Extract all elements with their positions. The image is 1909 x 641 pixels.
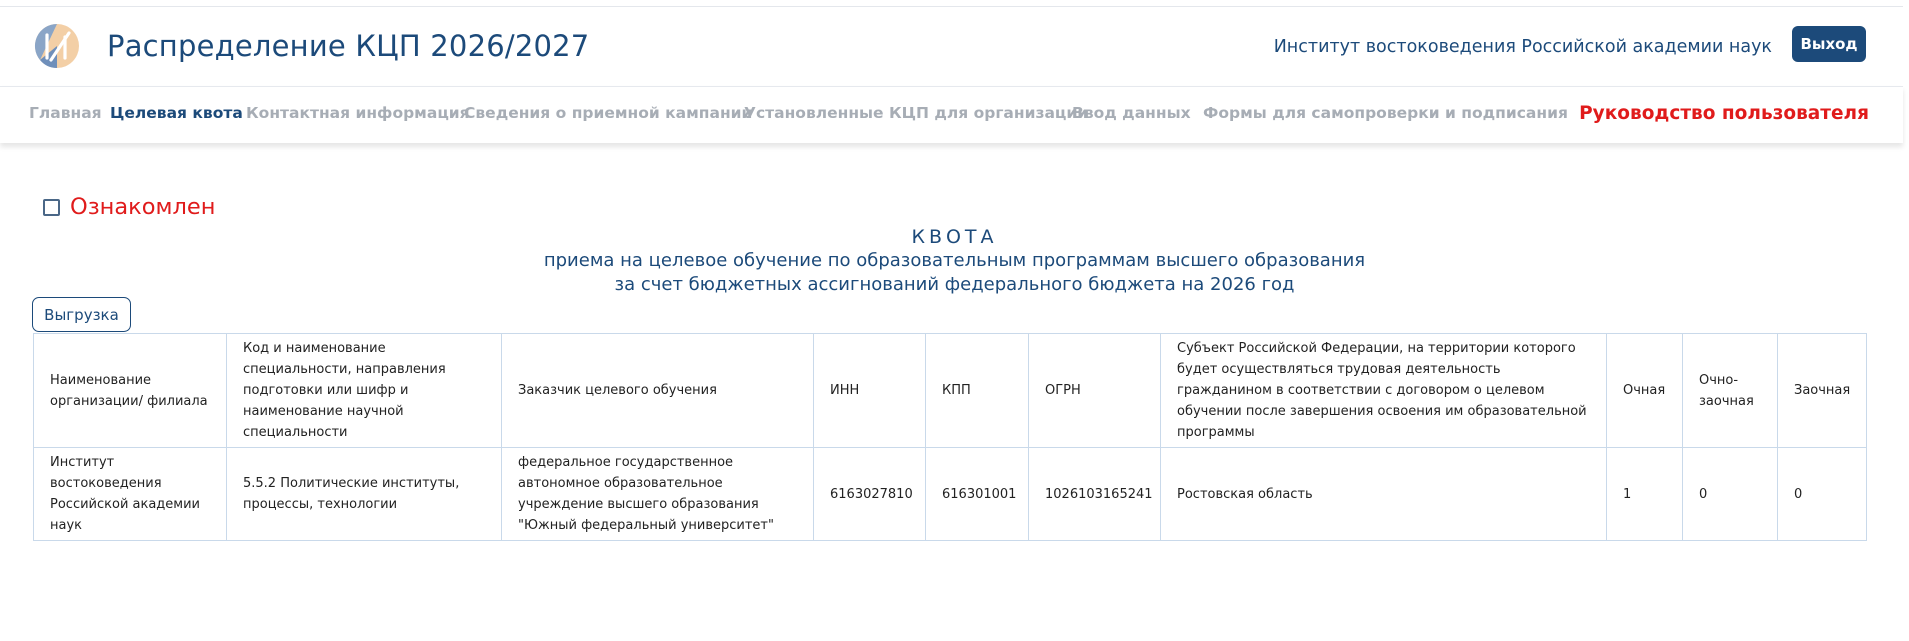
quota-heading-subtitle-1: приема на целевое обучение по образовате… <box>543 250 1366 271</box>
quota-heading: КВОТА приема на целевое обучение по обра… <box>0 225 1909 297</box>
cell-distance: 0 <box>1777 447 1867 541</box>
user-guide-link[interactable]: Руководство пользователя <box>1579 103 1869 124</box>
cell-kpp: 616301001 <box>925 447 1029 541</box>
nav-item-target-quota[interactable]: Целевая квота <box>110 104 243 122</box>
cell-region: Ростовская область <box>1160 447 1607 541</box>
checkbox-icon[interactable] <box>43 198 60 216</box>
cell-ogrn: 1026103165241 <box>1028 447 1161 541</box>
app-title: Распределение КЦП 2026/2027 <box>107 29 590 63</box>
cell-specialty: 5.5.2 Политические институты, процессы, … <box>226 447 502 541</box>
nav-item-established-kcp[interactable]: Установленные КЦП для организации <box>744 104 1088 122</box>
column-header-region: Субъект Российской Федерации, на террито… <box>1160 333 1607 448</box>
organization-name: Институт востоковедения Российской акаде… <box>1273 37 1772 57</box>
acknowledged-label: Ознакомлен <box>70 194 216 220</box>
nav-item-contact-info[interactable]: Контактная информация <box>246 104 470 122</box>
column-header-inn: ИНН <box>813 333 926 448</box>
quota-heading-title: КВОТА <box>911 226 998 248</box>
cell-inn: 6163027810 <box>813 447 926 541</box>
nav-item-self-check-forms[interactable]: Формы для самопроверки и подписания <box>1203 104 1568 122</box>
table-row: Институт востоковедения Российской акаде… <box>33 447 1867 541</box>
column-header-specialty: Код и наименование специальности, направ… <box>226 333 502 448</box>
page: Распределение КЦП 2026/2027 Институт вос… <box>0 0 1909 641</box>
cell-part-time: 0 <box>1682 447 1778 541</box>
export-button[interactable]: Выгрузка <box>32 297 131 332</box>
institution-logo-icon[interactable] <box>34 23 80 69</box>
column-header-kpp: КПП <box>925 333 1029 448</box>
nav-item-home[interactable]: Главная <box>29 104 102 122</box>
app-header: Распределение КЦП 2026/2027 Институт вос… <box>0 7 1903 85</box>
quota-table: Наименование организации/ филиала Код и … <box>33 333 1867 541</box>
cell-organization: Институт востоковедения Российской акаде… <box>33 447 227 541</box>
acknowledged-checkbox[interactable]: Ознакомлен <box>43 193 215 221</box>
column-header-distance: Заочная <box>1777 333 1867 448</box>
cell-customer: федеральное государственное автономное о… <box>501 447 814 541</box>
main-nav: Главная Целевая квота Контактная информа… <box>0 86 1903 143</box>
column-header-organization: Наименование организации/ филиала <box>33 333 227 448</box>
nav-item-data-entry[interactable]: Ввод данных <box>1072 104 1191 122</box>
column-header-part-time: Очно-заочная <box>1682 333 1778 448</box>
column-header-customer: Заказчик целевого обучения <box>501 333 814 448</box>
nav-item-admission-campaign[interactable]: Сведения о приемной кампании <box>464 104 752 122</box>
table-header-row: Наименование организации/ филиала Код и … <box>33 333 1867 448</box>
logout-button[interactable]: Выход <box>1792 26 1866 62</box>
column-header-ogrn: ОГРН <box>1028 333 1161 448</box>
quota-heading-subtitle-2: за счет бюджетных ассигнований федеральн… <box>614 274 1295 295</box>
cell-full-time: 1 <box>1606 447 1683 541</box>
column-header-full-time: Очная <box>1606 333 1683 448</box>
